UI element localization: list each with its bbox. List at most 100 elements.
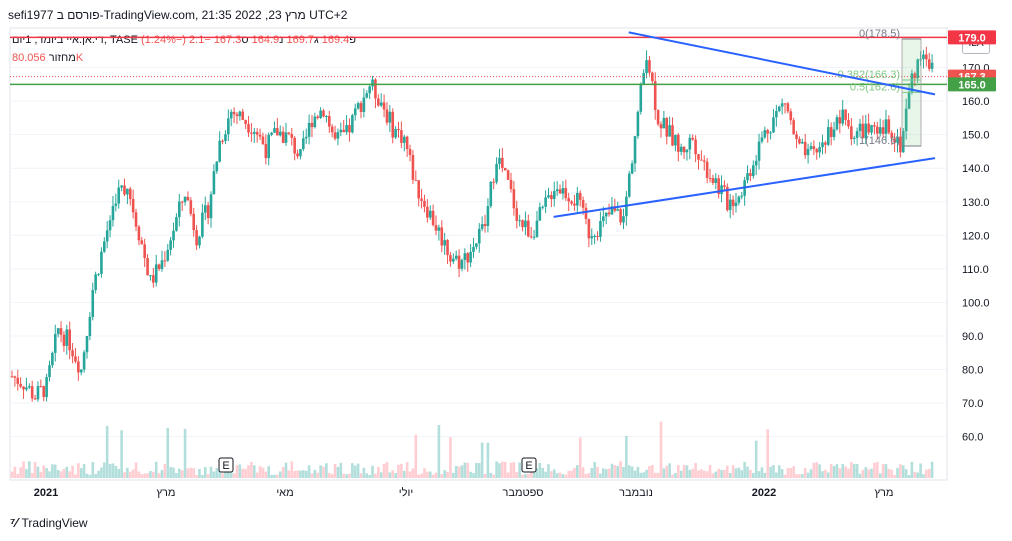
earnings-event-label: E <box>525 460 532 472</box>
candle-body <box>91 289 95 317</box>
price-tick-label: 90.0 <box>962 331 983 343</box>
volume-bar <box>812 462 816 478</box>
candle-body <box>362 97 366 112</box>
candle-body <box>630 163 634 174</box>
candle-body <box>227 118 230 135</box>
volume-bar <box>443 470 446 478</box>
volume-bar <box>674 472 677 478</box>
candle-body <box>310 122 314 128</box>
candle-body <box>195 230 198 246</box>
candle-body <box>215 161 219 172</box>
fib-level-label: 0.382(166.3) <box>838 69 900 81</box>
volume-bar <box>94 473 97 478</box>
volume-bar <box>567 471 570 478</box>
price-chart[interactable]: 0(178.5)0.382(166.3)0.5(162.6)1(146.6) 1… <box>0 0 1012 541</box>
volume-bar <box>166 427 170 478</box>
upper-trendline[interactable] <box>628 31 936 96</box>
volume-bar <box>241 468 245 478</box>
candle-body <box>252 131 256 134</box>
candle-body <box>186 196 190 201</box>
time-tick-label: מרץ <box>875 487 894 499</box>
volume-bar <box>625 435 628 478</box>
volume-bar <box>518 462 521 478</box>
candle-body <box>581 199 585 208</box>
volume-bar <box>893 474 896 478</box>
candle-body <box>607 212 611 215</box>
volume-bar <box>244 468 247 478</box>
volume-bar <box>552 469 556 478</box>
candle-body <box>818 147 821 153</box>
volume-bar <box>296 470 299 478</box>
candle-body <box>498 157 501 164</box>
candle-body <box>876 126 879 134</box>
volume-bar <box>607 468 611 478</box>
candle-body <box>287 132 291 134</box>
volume-bar <box>105 425 109 478</box>
candle-body <box>769 132 772 134</box>
tradingview-logo[interactable]: ⁷⁄ TradingView <box>10 515 88 530</box>
candle-body <box>850 126 853 140</box>
candle-body <box>88 316 92 336</box>
time-axis[interactable]: 2021 מרץ מאי יולי ספטמבר נובמבר 2022 מרץ <box>34 486 894 499</box>
volume-bar <box>100 467 103 478</box>
volume-bar <box>495 461 498 478</box>
candle-body <box>754 160 758 166</box>
lower-trendline[interactable] <box>553 157 936 218</box>
volume-bar <box>454 465 458 478</box>
time-tick-label: יולי <box>399 486 413 499</box>
volume-bar <box>351 463 354 478</box>
volume-bar <box>734 468 738 478</box>
volume-bar <box>414 434 418 478</box>
volume-bar <box>524 474 527 478</box>
volume-bar <box>627 465 631 478</box>
volume-bar <box>163 463 167 478</box>
candle-body <box>192 213 196 231</box>
volume-bar <box>700 469 703 478</box>
volume-bar <box>642 472 645 478</box>
candle-body <box>33 398 37 400</box>
volume-bar <box>62 468 66 478</box>
candle-body <box>639 84 643 112</box>
candle-body <box>149 275 152 277</box>
volume-bar <box>264 471 268 478</box>
volume-bar <box>587 473 591 478</box>
candle-body <box>423 200 426 207</box>
volume-bar <box>385 461 389 478</box>
volume-bar <box>123 472 126 478</box>
candle-body <box>307 122 311 137</box>
volume-bar <box>881 464 885 478</box>
candle-body <box>515 208 519 221</box>
volume-bar <box>368 474 371 478</box>
volume-bar <box>472 473 475 478</box>
candle-body <box>365 93 369 98</box>
volume-bar <box>584 473 588 478</box>
volume-bar <box>570 470 573 478</box>
candle-body <box>68 329 71 351</box>
candle-body <box>290 133 294 138</box>
candle-body <box>189 200 193 214</box>
candle-body <box>417 180 420 199</box>
candle-body <box>477 228 481 244</box>
candle-body <box>645 60 648 74</box>
volume-bar <box>896 467 899 478</box>
volume-bar <box>250 461 253 478</box>
volume-bar <box>247 465 250 478</box>
candle-body <box>772 117 775 133</box>
candle-body <box>85 335 89 353</box>
volume-bar <box>56 469 60 478</box>
candle-body <box>160 260 164 269</box>
volume-bar <box>636 466 640 478</box>
candle-body <box>65 329 69 346</box>
candle-body <box>815 149 819 153</box>
candle-body <box>126 188 129 195</box>
candle-body <box>319 110 322 119</box>
volume-bar <box>925 469 928 478</box>
volume-bar <box>564 474 568 478</box>
candle-body <box>382 102 386 110</box>
candle-body <box>19 383 22 387</box>
candle-body <box>250 132 253 134</box>
volume-bar <box>616 466 620 478</box>
candle-body <box>10 376 14 378</box>
candle-body <box>247 124 250 133</box>
candle-body <box>472 246 475 252</box>
